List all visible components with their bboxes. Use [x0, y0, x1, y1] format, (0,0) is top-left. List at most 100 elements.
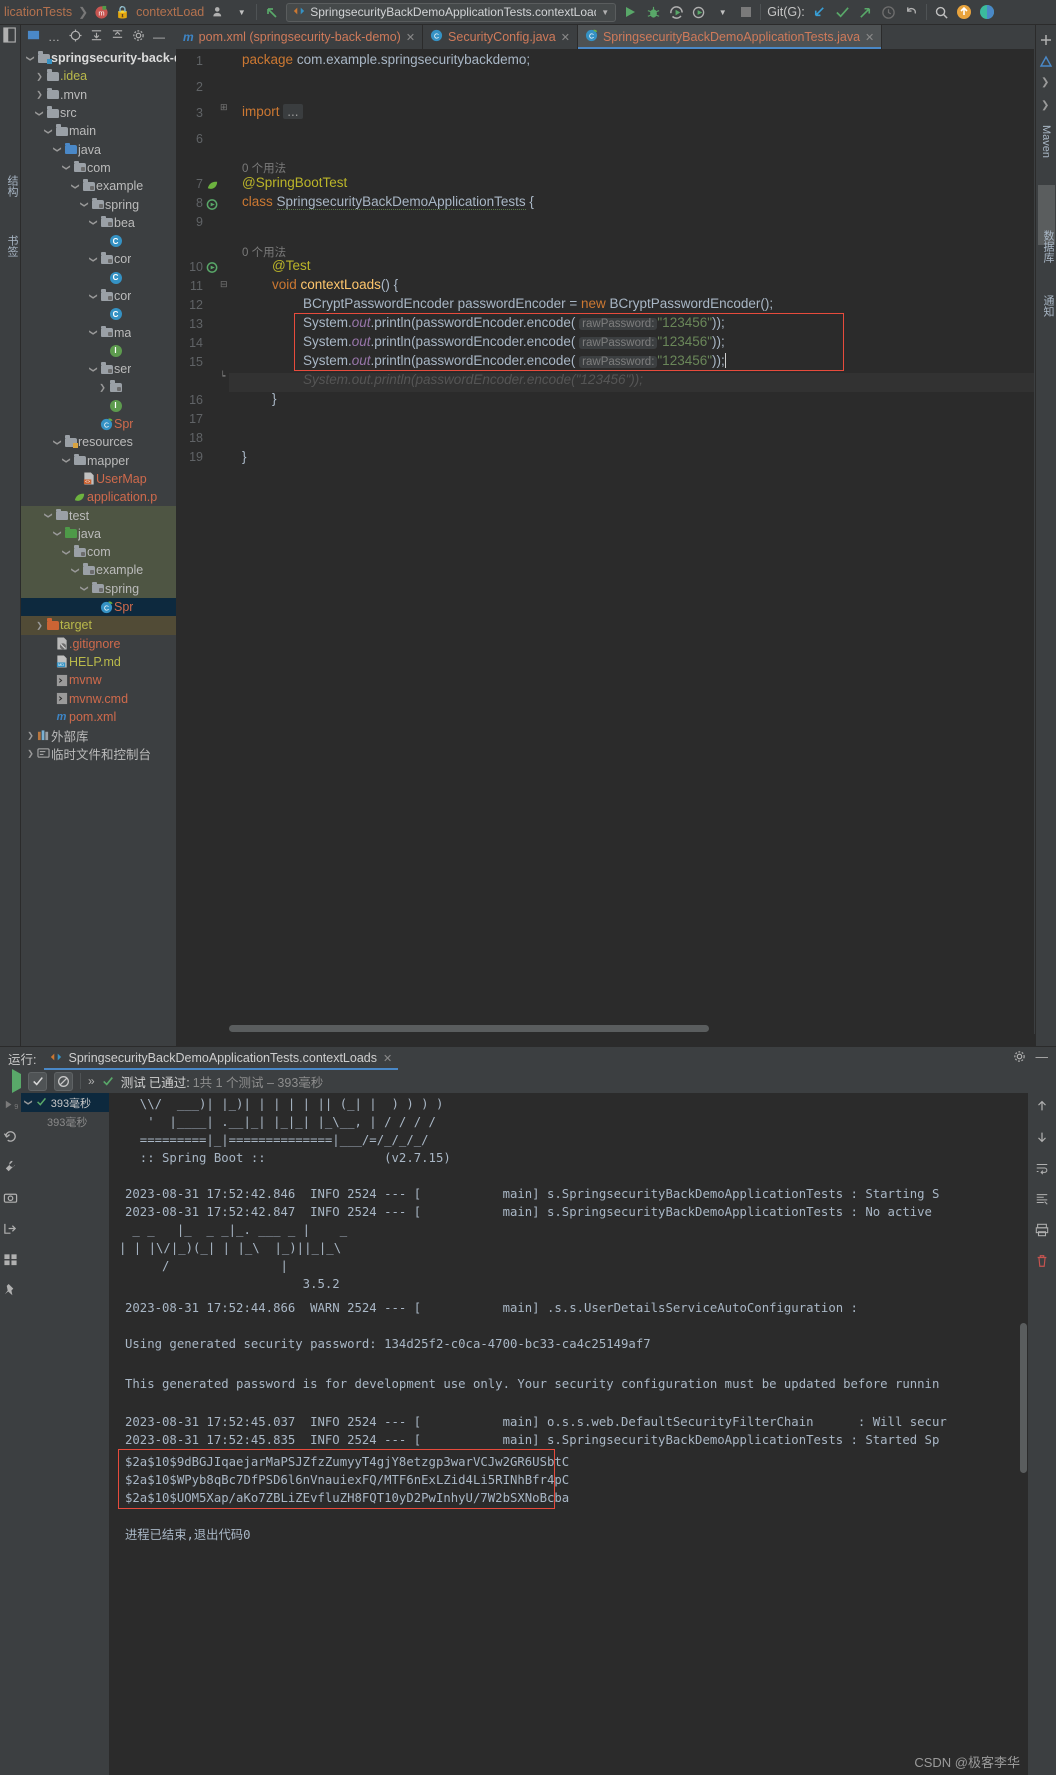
tree-row[interactable]: .gitignore	[21, 635, 176, 653]
chevron-down-icon[interactable]: ❯	[24, 1099, 33, 1106]
tree-row[interactable]: mvnw.cmd	[21, 689, 176, 707]
soft-wrap-icon[interactable]	[1035, 1161, 1049, 1178]
tree-row[interactable]: ❯ bea	[21, 214, 176, 232]
chevron-down-icon[interactable]: ▼	[601, 8, 609, 17]
collapse-all-icon[interactable]	[111, 29, 124, 45]
chevron-right-icon[interactable]: ❯	[1041, 77, 1049, 88]
tree-row[interactable]: ❯ java	[21, 140, 176, 158]
chevron-down-icon[interactable]: ❯	[89, 291, 98, 302]
add-icon[interactable]	[1039, 33, 1053, 50]
breadcrumb-item-0[interactable]: licationTests	[4, 5, 72, 19]
scroll-down-icon[interactable]	[1035, 1130, 1049, 1147]
tree-row[interactable]: C Spr	[21, 597, 176, 617]
tree-row[interactable]: C	[21, 232, 176, 250]
chevron-down-icon[interactable]: ❯	[53, 528, 62, 539]
run-configuration-selector[interactable]: SpringsecurityBackDemoApplicationTests.c…	[286, 2, 617, 22]
hide-panel-icon[interactable]: —	[153, 30, 165, 44]
rerun-icon[interactable]	[3, 1128, 18, 1146]
tree-row[interactable]: ❯ resources	[21, 433, 176, 451]
tree-row[interactable]: ❯ example	[21, 177, 176, 195]
expand-all-icon[interactable]	[90, 29, 103, 45]
chevron-down-icon[interactable]: ❯	[35, 108, 44, 119]
code-editor[interactable]: 1 2 3 6 7 8 9 10 11 12 13 14 15 16 17 18…	[176, 49, 1034, 1034]
chevron-down-icon[interactable]: ❯	[26, 53, 35, 64]
run-with-coverage-icon[interactable]	[668, 4, 685, 21]
tree-row[interactable]: ❯ target	[21, 616, 176, 635]
tree-row[interactable]: ❯ src	[21, 104, 176, 122]
camera-icon[interactable]	[3, 1190, 18, 1208]
fold-end-icon[interactable]: ┕	[220, 371, 225, 382]
chevron-down-icon[interactable]: ❯	[53, 144, 62, 155]
tree-row[interactable]: ❯ spring	[21, 195, 176, 213]
run-tab[interactable]: SpringsecurityBackDemoApplicationTests.c…	[44, 1047, 398, 1070]
editor-tab[interactable]: C SecurityConfig.java ✕	[423, 25, 578, 49]
tree-row[interactable]: C	[21, 269, 176, 287]
tree-row[interactable]: ❯ com	[21, 159, 176, 177]
tree-row[interactable]: I	[21, 397, 176, 415]
project-tool-icon[interactable]	[3, 27, 17, 46]
tree-row[interactable]: ❯ cor	[21, 250, 176, 268]
layout-icon[interactable]	[3, 1252, 18, 1270]
chevron-right-icon[interactable]: ❯	[34, 621, 45, 630]
ignore-tests-toggle[interactable]	[54, 1071, 73, 1091]
print-icon[interactable]	[1035, 1223, 1049, 1240]
project-tree[interactable]: ❯springsecurity-back-dem❯.idea❯.mvn❯src❯…	[21, 49, 176, 1046]
tree-row[interactable]: ❯ 外部库	[21, 726, 176, 744]
export-icon[interactable]	[3, 1221, 18, 1239]
close-icon[interactable]: ✕	[561, 31, 570, 44]
tree-row[interactable]: application.p	[21, 488, 176, 506]
tree-row[interactable]: ❯ com	[21, 543, 176, 562]
git-commit-icon[interactable]	[834, 4, 851, 21]
tree-row[interactable]: ❯	[21, 378, 176, 396]
tree-row[interactable]: ❯ springsecurity-back-dem	[21, 49, 176, 67]
close-icon[interactable]: ✕	[865, 31, 874, 44]
tree-row[interactable]: ❯ test	[21, 506, 176, 525]
tree-row[interactable]: ❯ ser	[21, 360, 176, 378]
profile-icon[interactable]	[210, 4, 227, 21]
editor-tab[interactable]: C SpringsecurityBackDemoApplicationTests.…	[577, 25, 883, 49]
chevron-down-icon[interactable]: ▼	[714, 4, 731, 21]
locate-icon[interactable]	[69, 29, 82, 45]
expand-icon[interactable]: »	[88, 1074, 95, 1088]
tree-row[interactable]: ❯ spring	[21, 579, 176, 598]
chevron-right-icon[interactable]: ❯	[34, 90, 45, 99]
git-update-icon[interactable]	[811, 4, 828, 21]
tree-row[interactable]: m pom.xml	[21, 708, 176, 726]
chevron-down-icon[interactable]: ❯	[53, 437, 62, 448]
bookmarks-tool-label[interactable]: 书签	[4, 235, 20, 257]
test-tree-row[interactable]: 393毫秒	[21, 1112, 109, 1131]
settings-gear-icon[interactable]	[132, 29, 145, 45]
maven-tool-icon[interactable]	[1039, 55, 1053, 72]
tree-row[interactable]: ❯ mapper	[21, 452, 176, 470]
test-results-tree[interactable]: ❯ 393毫秒 393毫秒	[21, 1093, 109, 1775]
scroll-up-icon[interactable]	[1035, 1099, 1049, 1116]
hide-panel-icon[interactable]: —	[1036, 1050, 1049, 1066]
editor-gutter[interactable]: 1 2 3 6 7 8 9 10 11 12 13 14 15 16 17 18…	[176, 49, 229, 1034]
tree-row[interactable]: ❯ java	[21, 524, 176, 544]
chevron-down-icon[interactable]: ❯	[44, 510, 53, 521]
search-everywhere-icon[interactable]	[933, 4, 950, 21]
tree-row[interactable]: mvnw	[21, 671, 176, 689]
pin-icon[interactable]	[3, 1283, 18, 1301]
project-view-icon[interactable]	[27, 29, 40, 45]
structure-tool-label[interactable]: 结构	[4, 175, 20, 197]
show-passed-toggle[interactable]	[28, 1071, 47, 1091]
chevron-down-icon[interactable]: ❯	[71, 181, 80, 192]
chevron-down-icon[interactable]: ❯	[89, 254, 98, 265]
debug-icon[interactable]	[645, 4, 662, 21]
git-rollback-icon[interactable]	[903, 4, 920, 21]
tree-row[interactable]: ❯ 临时文件和控制台	[21, 744, 176, 762]
fold-collapse-icon[interactable]: ⊟	[220, 279, 228, 290]
chevron-down-icon[interactable]: ❯	[89, 217, 98, 228]
console-output[interactable]: \\/ ___)| |_)| | | | | || (_| | ) ) ) ) …	[109, 1093, 1028, 1775]
rerun-failed-icon[interactable]: 9	[3, 1097, 18, 1115]
chevron-right-icon[interactable]: ❯	[97, 383, 108, 392]
spring-bean-gutter-icon[interactable]	[206, 179, 219, 195]
tree-row[interactable]: <> UserMap	[21, 470, 176, 488]
database-tool-label[interactable]: 数据库	[1040, 230, 1056, 263]
chevron-down-icon[interactable]: ❯	[62, 455, 71, 466]
maven-tool-label[interactable]: Maven	[1040, 125, 1052, 158]
git-push-icon[interactable]	[857, 4, 874, 21]
breadcrumb-item-1[interactable]: contextLoad	[136, 5, 204, 19]
tree-row[interactable]: ❯ example	[21, 561, 176, 580]
